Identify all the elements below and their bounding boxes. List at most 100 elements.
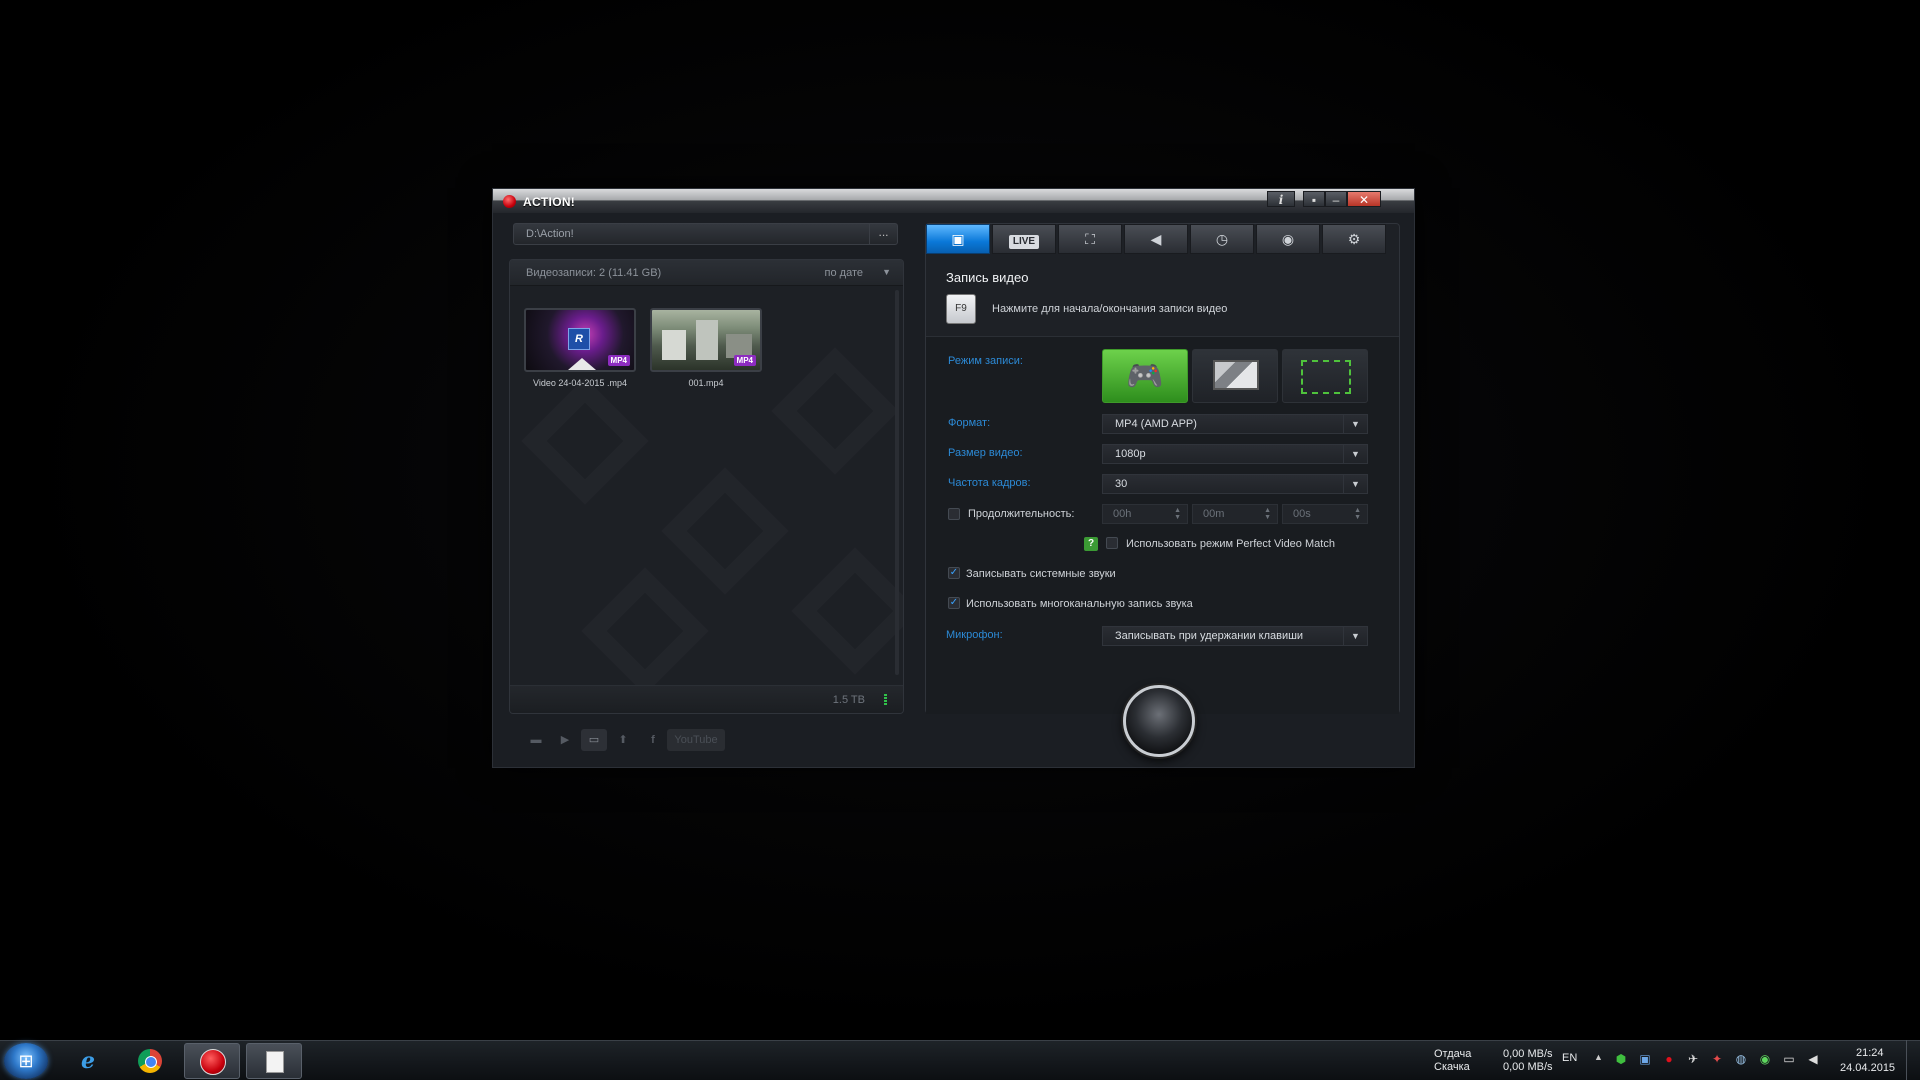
recording-filename[interactable]: 001.mp4: [650, 378, 762, 388]
library-scrollbar[interactable]: [895, 290, 899, 675]
duration-checkbox[interactable]: [948, 508, 960, 520]
tab-benchmark[interactable]: ⛶: [1058, 224, 1122, 254]
battery-icon[interactable]: ▭: [1782, 1052, 1796, 1066]
chevron-down-icon[interactable]: ▼: [1343, 627, 1367, 645]
hotkey-button[interactable]: F9: [946, 294, 976, 324]
duration-minutes-input[interactable]: 00m ▲ ▼: [1192, 504, 1278, 524]
tab-video[interactable]: ▣: [926, 224, 990, 254]
free-space-indicator: [884, 694, 887, 705]
close-button[interactable]: ✕: [1347, 191, 1381, 207]
tab-audio[interactable]: ◀: [1124, 224, 1188, 254]
video-size-value: 1080p: [1115, 448, 1146, 460]
taskbar: ⊞ e: [0, 1040, 1920, 1080]
spinner-icon[interactable]: ▲ ▼: [1354, 507, 1361, 521]
chevron-down-icon[interactable]: ▼: [1343, 475, 1367, 493]
format-label: Формат:: [948, 417, 991, 429]
upload-icon[interactable]: ⬆: [613, 729, 633, 751]
output-path-field[interactable]: D:\Action! ...: [513, 223, 898, 245]
recording-thumbnail[interactable]: MP4: [650, 308, 762, 372]
perfect-video-match-checkbox[interactable]: [1106, 537, 1118, 549]
tab-settings[interactable]: ⚙: [1322, 224, 1386, 254]
action-tray-icon[interactable]: ●: [1662, 1052, 1676, 1066]
multichannel-audio-checkbox[interactable]: ✓: [948, 597, 960, 609]
spinner-icon[interactable]: ▲ ▼: [1174, 507, 1181, 521]
format-badge: MP4: [733, 355, 756, 366]
internet-explorer-icon[interactable]: e: [60, 1043, 116, 1079]
duration-minutes-value: 00m: [1203, 508, 1225, 520]
desktop-mode-button[interactable]: [1192, 349, 1278, 403]
tab-live[interactable]: LIVE: [992, 224, 1056, 254]
format-badge: MP4: [607, 355, 630, 366]
tray-expand-icon[interactable]: ▲: [1594, 1052, 1603, 1062]
chrome-logo: [138, 1049, 162, 1073]
chrome-icon[interactable]: [122, 1043, 178, 1079]
tab-timer[interactable]: ◷: [1190, 224, 1254, 254]
airplane-icon[interactable]: ✈: [1686, 1052, 1700, 1066]
clock-date[interactable]: 24.04.2015: [1840, 1062, 1895, 1074]
background-decoration: [771, 347, 898, 474]
gear-icon: ⚙: [1347, 231, 1361, 247]
duration-seconds-input[interactable]: 00s ▲ ▼: [1282, 504, 1368, 524]
hotkey-description: Нажмите для начала/окончания записи виде…: [992, 303, 1228, 315]
record-button[interactable]: [1123, 685, 1195, 757]
volume-icon[interactable]: ◀: [1806, 1052, 1820, 1066]
game-mode-button[interactable]: 🎮: [1102, 349, 1188, 403]
gamepad-icon: 🎮: [1126, 360, 1164, 393]
play-icon[interactable]: ▶: [555, 729, 575, 751]
video-size-label: Размер видео:: [948, 447, 1023, 459]
info-button[interactable]: i: [1267, 191, 1295, 207]
monitor-icon: [1213, 360, 1259, 390]
chevron-down-icon[interactable]: ▼: [1343, 445, 1367, 463]
chevron-down-icon[interactable]: ▼: [1343, 415, 1367, 433]
area-mode-button[interactable]: [1282, 349, 1368, 403]
folder-icon[interactable]: ▭: [581, 729, 607, 751]
stopwatch-icon: ◷: [1215, 231, 1229, 247]
help-icon[interactable]: ?: [1084, 537, 1098, 551]
duration-hours-input[interactable]: 00h ▲ ▼: [1102, 504, 1188, 524]
recording-thumbnail[interactable]: R MP4: [524, 308, 636, 372]
start-button[interactable]: ⊞: [4, 1043, 48, 1079]
steam-icon[interactable]: ◍: [1734, 1052, 1748, 1066]
system-sound-checkbox[interactable]: ✓: [948, 567, 960, 579]
thumbnail-detail: [696, 320, 718, 360]
show-desktop-button[interactable]: [1906, 1040, 1920, 1080]
minimize-button[interactable]: –: [1325, 191, 1347, 207]
compact-button[interactable]: ▪: [1303, 191, 1325, 207]
duration-label: Продолжительность:: [968, 508, 1075, 520]
delete-icon[interactable]: ▬: [523, 729, 549, 751]
background-decoration: [581, 567, 708, 686]
video-settings: Режим записи: 🎮 Формат: MP4 (AMD APP) ▼ …: [926, 336, 1399, 714]
perfect-video-match-label: Использовать режим Perfect Video Match: [1126, 538, 1335, 550]
youtube-button[interactable]: YouTube: [667, 729, 725, 751]
spinner-icon[interactable]: ▲ ▼: [1264, 507, 1271, 521]
browse-path-button[interactable]: ...: [869, 224, 897, 244]
document-taskbar-icon[interactable]: [246, 1043, 302, 1079]
thumbnail-detail: [568, 358, 596, 370]
clock-time[interactable]: 21:24: [1856, 1047, 1884, 1059]
facebook-button[interactable]: f: [645, 729, 661, 751]
camera-icon: ◉: [1281, 231, 1295, 247]
recording-filename[interactable]: Video 24-04-2015 .mp4: [524, 378, 636, 388]
duration-seconds-value: 00s: [1293, 508, 1311, 520]
section-title: Запись видео: [946, 270, 1029, 285]
microphone-select[interactable]: Записывать при удержании клавиши ▼: [1102, 626, 1368, 646]
multichannel-audio-label: Использовать многоканальную запись звука: [966, 598, 1193, 610]
language-indicator[interactable]: EN: [1562, 1052, 1577, 1064]
recording-settings-panel: ▣ LIVE ⛶ ◀ ◷ ◉ ⚙ Запись видео F9 Нажмите…: [925, 223, 1400, 714]
title-bar[interactable]: ACTION! i ▪ – ✕: [493, 189, 1414, 213]
network-icon[interactable]: ▣: [1638, 1052, 1652, 1066]
action-taskbar-icon[interactable]: [184, 1043, 240, 1079]
format-select[interactable]: MP4 (AMD APP) ▼: [1102, 414, 1368, 434]
torrent-icon[interactable]: ◉: [1758, 1052, 1772, 1066]
chair-icon: ⛶: [1085, 231, 1095, 247]
tab-screenshot[interactable]: ◉: [1256, 224, 1320, 254]
document-icon: [266, 1051, 284, 1073]
upload-speed: 0,00 MB/s: [1503, 1048, 1553, 1060]
library-grid: R MP4 Video 24-04-2015 .mp4 MP4 001.mp4: [510, 286, 903, 686]
sort-dropdown[interactable]: по дате: [825, 267, 863, 279]
chevron-down-icon[interactable]: ▼: [882, 267, 891, 277]
app-tray-icon[interactable]: ✦: [1710, 1052, 1724, 1066]
framerate-select[interactable]: 30 ▼: [1102, 474, 1368, 494]
shield-icon[interactable]: ⬢: [1614, 1052, 1628, 1066]
video-size-select[interactable]: 1080p ▼: [1102, 444, 1368, 464]
